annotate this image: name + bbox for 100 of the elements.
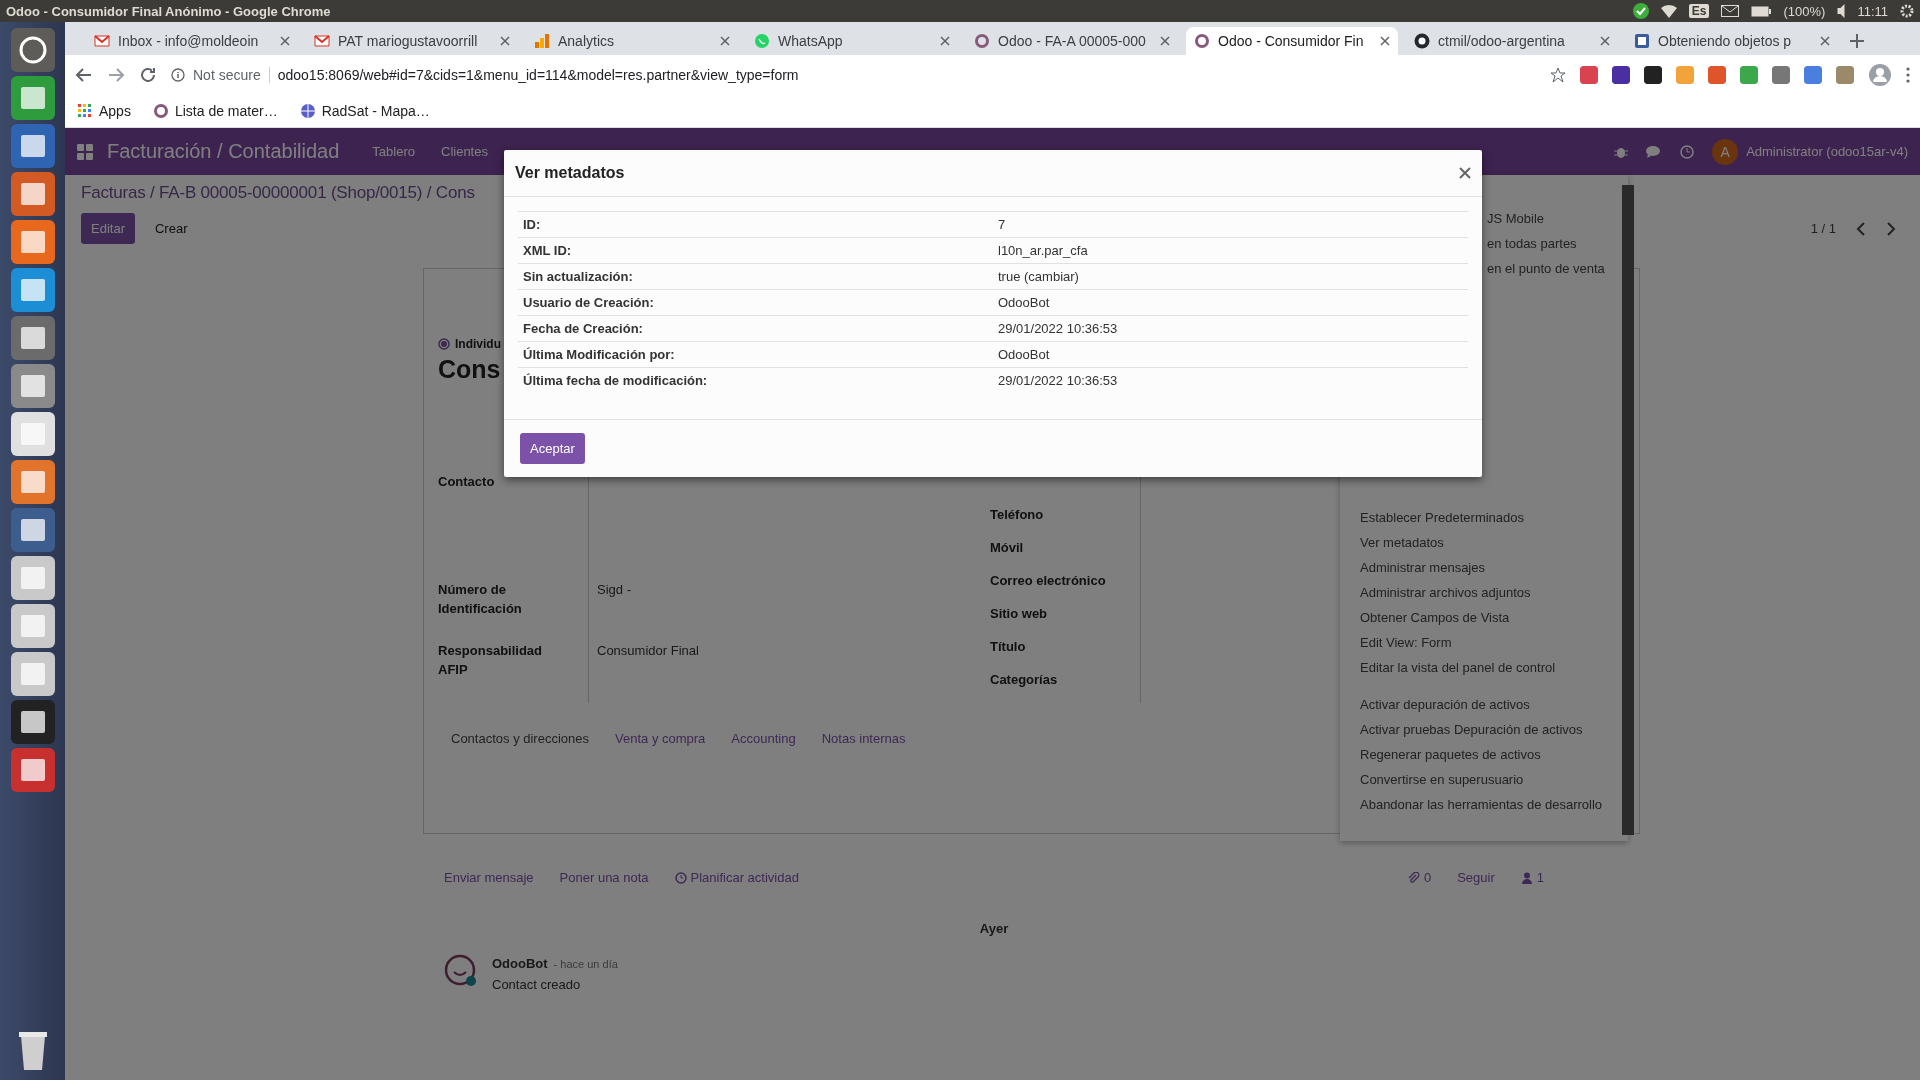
- message-body: Contact creado: [492, 977, 582, 992]
- bookmark[interactable]: Lista de mater…: [174, 103, 278, 119]
- menu-item[interactable]: Abandonar las herramientas de desarrollo: [1360, 797, 1603, 812]
- message-author[interactable]: OdooBot: [492, 956, 548, 971]
- close-icon[interactable]: [940, 36, 950, 46]
- metadata-value: OdooBot: [993, 289, 1468, 316]
- bookmark[interactable]: RadSat - Mapa…: [321, 103, 430, 119]
- chatter-action[interactable]: Planificar actividad: [674, 870, 799, 885]
- metadata-label: Fecha de Creación:: [518, 315, 993, 342]
- close-icon[interactable]: [1160, 36, 1170, 46]
- date-separator: Ayer: [979, 921, 1009, 936]
- paperclip-icon: [1407, 871, 1420, 884]
- menu-item[interactable]: Activar depuración de activos: [1360, 697, 1530, 712]
- menu-item[interactable]: Editar la vista del panel de control: [1360, 660, 1556, 675]
- close-icon[interactable]: [280, 36, 290, 46]
- extension-icon[interactable]: [1612, 66, 1630, 84]
- metadata-value: true (cambiar): [993, 263, 1468, 290]
- follow-link[interactable]: Seguir: [1457, 870, 1495, 885]
- radio-button[interactable]: [438, 338, 450, 350]
- field-label: Título: [990, 639, 1026, 654]
- profile-icon[interactable]: [1868, 63, 1892, 87]
- metadata-label: Usuario de Creación:: [518, 289, 993, 316]
- clock: 11:11: [1857, 3, 1888, 19]
- metadata-label: Última Modificación por:: [518, 341, 993, 368]
- menu-item[interactable]: Ver metadatos: [1360, 535, 1444, 550]
- back-icon[interactable]: [75, 66, 93, 84]
- battery-icon: [1751, 5, 1772, 17]
- browser-tab[interactable]: Analytics: [526, 27, 738, 55]
- clock-icon[interactable]: [1680, 144, 1695, 159]
- scrollbar[interactable]: [1622, 185, 1634, 835]
- form-tab[interactable]: Notas internas: [821, 731, 906, 746]
- close-icon[interactable]: [1459, 167, 1471, 179]
- menu-item[interactable]: Administrar mensajes: [1360, 560, 1485, 575]
- menu-item[interactable]: Activar pruebas Depuración de activos: [1360, 722, 1583, 737]
- keyboard-layout[interactable]: Es: [1688, 4, 1710, 18]
- browser-tab[interactable]: Odoo - FA-A 00005-000: [966, 27, 1178, 55]
- close-icon[interactable]: [720, 36, 730, 46]
- chat-icon[interactable]: [1646, 144, 1663, 159]
- attachments-count[interactable]: 0: [1407, 870, 1432, 885]
- app-title[interactable]: Facturación / Contabilidad: [107, 140, 340, 163]
- check-icon: [1632, 3, 1649, 19]
- ring-icon: [152, 103, 169, 119]
- menu-icon[interactable]: [1906, 67, 1910, 83]
- menu-item[interactable]: Regenerar paquetes de activos: [1360, 747, 1541, 762]
- menu-item[interactable]: en el punto de venta: [1487, 261, 1605, 276]
- menu-item[interactable]: JS Mobile: [1487, 211, 1545, 226]
- star-icon[interactable]: [1550, 67, 1566, 83]
- form-tab[interactable]: Contactos y direcciones: [451, 731, 589, 746]
- menu-item[interactable]: en todas partes: [1487, 236, 1577, 251]
- browser-tab[interactable]: Odoo - Consumidor Fin: [1186, 27, 1398, 55]
- close-icon[interactable]: [1820, 36, 1830, 46]
- user-avatar[interactable]: A: [1712, 138, 1739, 165]
- close-icon[interactable]: [1600, 36, 1610, 46]
- url-field[interactable]: odoo15:8069/web#id=7&cids=1&menu_id=114&model=res.partner&view_type=form: [277, 67, 799, 83]
- followers-count[interactable]: 1: [1520, 870, 1544, 885]
- metadata-value: OdooBot: [993, 341, 1468, 368]
- menu-item[interactable]: Administrar archivos adjuntos: [1360, 585, 1531, 600]
- field-label: Número de Identificación: [438, 581, 522, 616]
- form-tab[interactable]: Venta y compra: [615, 731, 706, 746]
- field-value[interactable]: Sigd -: [597, 581, 631, 597]
- chatter-action[interactable]: Poner una nota: [559, 870, 649, 885]
- field-label: Contacto: [438, 474, 495, 489]
- security-label[interactable]: Not secure: [193, 67, 261, 83]
- apps-icon[interactable]: [77, 143, 93, 160]
- chatter-action[interactable]: Enviar mensaje: [444, 870, 534, 885]
- browser-tab[interactable]: Inbox - info@moldeoin: [86, 27, 298, 55]
- radio-label[interactable]: Individu: [455, 337, 501, 351]
- previous-icon[interactable]: [1856, 221, 1866, 236]
- edit-button[interactable]: Editar: [81, 213, 135, 244]
- close-icon[interactable]: [1380, 36, 1390, 46]
- browser-tab[interactable]: WhatsApp: [746, 27, 958, 55]
- user-name[interactable]: Administrator (odoo15ar-v4): [1746, 144, 1908, 159]
- breadcrumb[interactable]: Facturas / FA-B 00005-00000001 (Shop/0015) / Cons: [81, 183, 475, 203]
- menu-item[interactable]: Edit View: Form: [1360, 635, 1452, 650]
- browser-tab[interactable]: Obteniendo objetos p: [1626, 27, 1838, 55]
- page-icon: [1634, 33, 1650, 49]
- gear-icon[interactable]: [1900, 4, 1914, 18]
- next-icon[interactable]: [1886, 221, 1896, 236]
- menu-item[interactable]: Tablero: [372, 144, 415, 159]
- field-value[interactable]: Consumidor Final: [597, 643, 699, 659]
- accept-button[interactable]: Aceptar: [520, 433, 585, 464]
- field-label: Responsabilidad AFIP: [438, 643, 543, 678]
- info-icon[interactable]: [171, 68, 185, 82]
- metadata-value: l10n_ar.par_cfa: [993, 237, 1468, 264]
- close-icon[interactable]: [500, 36, 510, 46]
- bookmark[interactable]: Apps: [99, 103, 131, 119]
- browser-tab[interactable]: ctmil/odoo-argentina: [1406, 27, 1618, 55]
- menu-item[interactable]: Convertirse en superusuario: [1360, 772, 1524, 787]
- new-tab-icon[interactable]: [1850, 34, 1864, 48]
- menu-item[interactable]: Establecer Predeterminados: [1360, 510, 1525, 525]
- create-button[interactable]: Crear: [144, 213, 198, 244]
- browser-tab[interactable]: PAT mariogustavoorrill: [306, 27, 518, 55]
- form-tab[interactable]: Accounting: [731, 731, 796, 746]
- extension-icon[interactable]: [1644, 66, 1662, 84]
- menu-item[interactable]: Obtener Campos de Vista: [1360, 610, 1510, 625]
- mail-icon: [1721, 5, 1740, 17]
- reload-icon[interactable]: [139, 66, 157, 84]
- forward-icon[interactable]: [107, 66, 125, 84]
- menu-item[interactable]: Clientes: [441, 144, 488, 159]
- mail-icon: [94, 33, 110, 49]
